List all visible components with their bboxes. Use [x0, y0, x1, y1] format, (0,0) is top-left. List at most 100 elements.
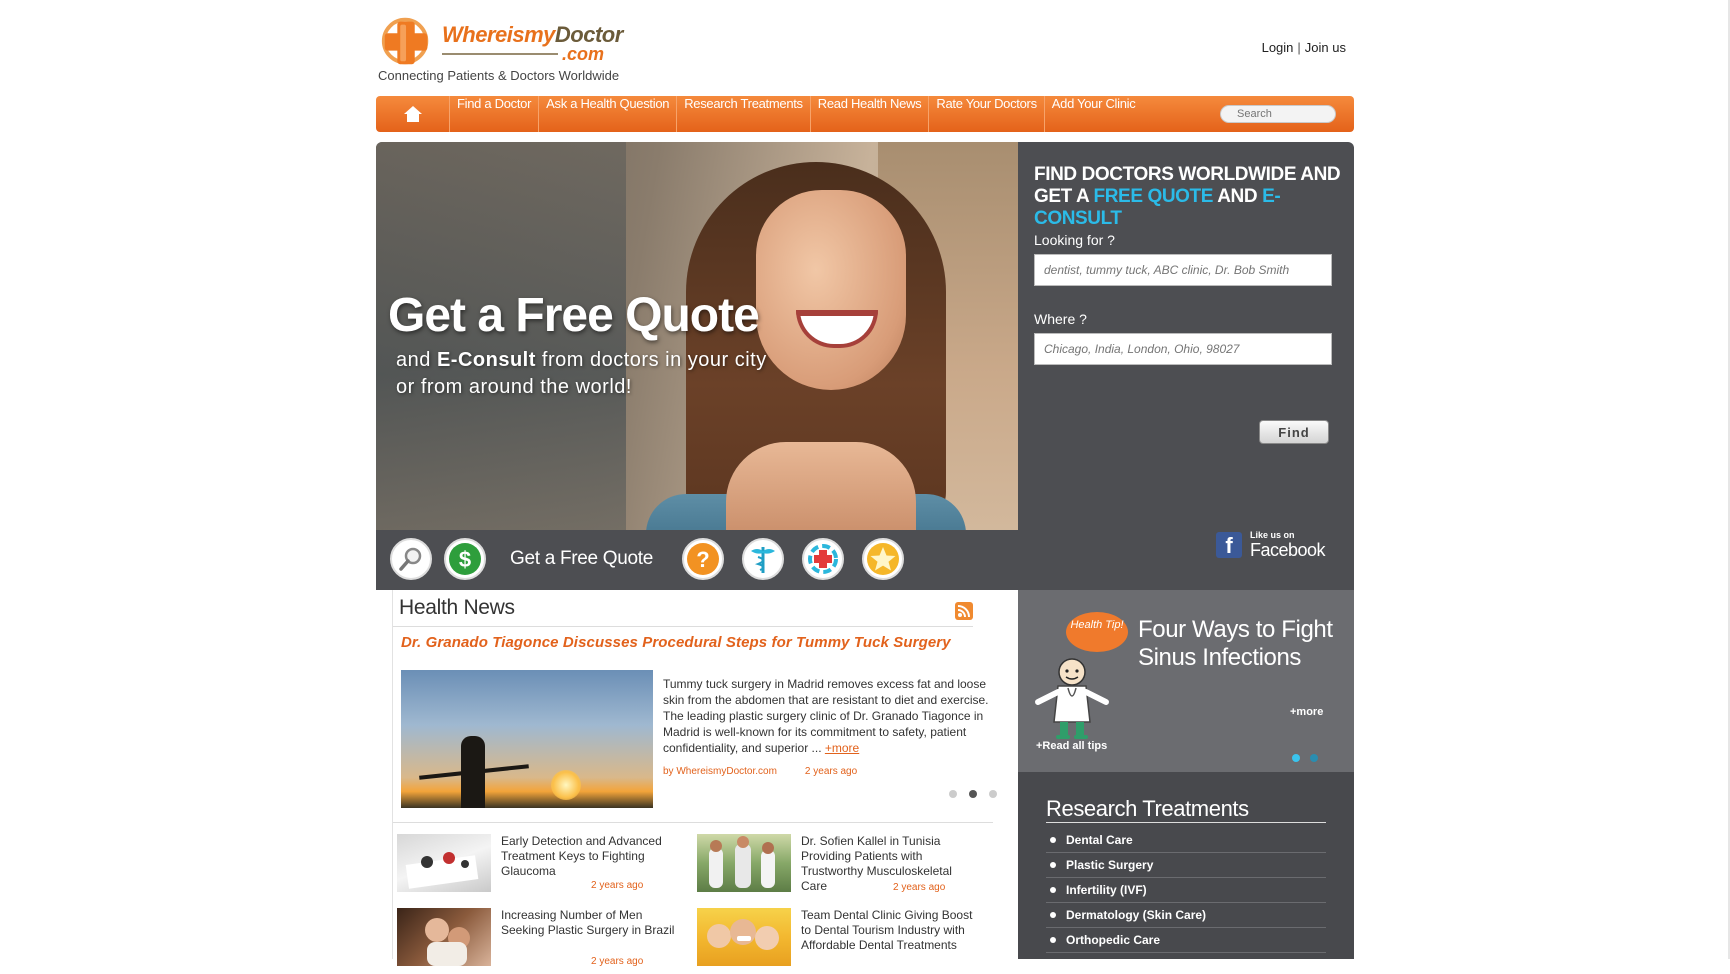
news-item-image[interactable] — [697, 908, 791, 966]
logo-tagline: Connecting Patients & Doctors Worldwide — [378, 68, 620, 83]
health-tip-section: Health Tip! Four Ways to Fight Sinus Inf… — [1018, 590, 1354, 772]
svg-text:?: ? — [696, 547, 709, 572]
news-item-image[interactable] — [397, 834, 491, 892]
tip-dot-2[interactable] — [1310, 754, 1318, 762]
account-separator: | — [1297, 40, 1301, 55]
news-item-title[interactable]: Team Dental Clinic Giving Boost to Denta… — [801, 908, 981, 953]
menu-research-treatments[interactable]: Research Treatments — [677, 96, 811, 132]
menu-rate-doctors[interactable]: Rate Your Doctors — [929, 96, 1045, 132]
rate-doctors-button[interactable] — [862, 538, 904, 580]
health-news-section: Health News Dr. Granado Tiagonce Discuss… — [392, 590, 1002, 967]
join-link[interactable]: Join us — [1305, 40, 1346, 55]
treatment-orthopedic[interactable]: Orthopedic Care — [1046, 928, 1326, 953]
doctor-search-panel: FIND DOCTORS WORLDWIDE AND GET A FREE QU… — [1018, 142, 1354, 590]
carousel-dot-2[interactable] — [969, 790, 977, 798]
news-item: Team Dental Clinic Giving Boost to Denta… — [697, 908, 997, 974]
account-links: Login | Join us — [1262, 40, 1346, 55]
where-input[interactable] — [1034, 333, 1332, 365]
health-tip-title[interactable]: Four Ways to Fight Sinus Infections — [1138, 616, 1338, 672]
news-item-title[interactable]: Early Detection and Advanced Treatment K… — [501, 834, 681, 879]
carousel-dots — [949, 790, 997, 798]
looking-for-label: Looking for ? — [1034, 232, 1115, 248]
facebook-small-label: Like us on — [1250, 530, 1295, 540]
featured-headline[interactable]: Dr. Granado Tiagonce Discusses Procedura… — [401, 634, 951, 651]
rss-icon[interactable] — [955, 602, 973, 620]
treatment-plastic-surgery[interactable]: Plastic Surgery — [1046, 853, 1326, 878]
news-item-date: 2 years ago — [893, 882, 946, 893]
search-doctor-button[interactable] — [390, 538, 432, 580]
treatment-list: Dental Care Plastic Surgery Infertility … — [1046, 828, 1326, 953]
news-item-title[interactable]: Dr. Sofien Kallel in Tunisia Providing P… — [801, 834, 981, 894]
hero-banner: Get a Free Quote and E-Consult from doct… — [376, 142, 1018, 530]
news-item-image[interactable] — [397, 908, 491, 966]
panel-heading: FIND DOCTORS WORLDWIDE AND GET A FREE QU… — [1034, 164, 1341, 229]
health-tip-more-link[interactable]: +more — [1290, 706, 1323, 718]
research-treatments-title: Research Treatments — [1046, 796, 1249, 821]
facebook-like[interactable]: f Like us on Facebook — [1216, 530, 1326, 564]
quick-actions-strip: $ Get a Free Quote ? — [376, 530, 1018, 590]
treatment-dental-care[interactable]: Dental Care — [1046, 828, 1326, 853]
star-icon — [867, 543, 899, 575]
tip-carousel-dots — [1292, 754, 1318, 762]
news-item: Dr. Sofien Kallel in Tunisia Providing P… — [697, 834, 997, 900]
find-button[interactable]: Find — [1259, 420, 1329, 444]
caduceus-icon — [751, 547, 775, 573]
where-label: Where ? — [1034, 311, 1087, 327]
featured-more-link[interactable]: +more — [825, 741, 859, 755]
carousel-dot-3[interactable] — [989, 790, 997, 798]
silhouette-figure — [461, 736, 485, 808]
question-icon: ? — [687, 543, 719, 575]
featured-image[interactable] — [401, 670, 653, 808]
hero-subtitle: and E-Consult from doctors in your city … — [396, 349, 767, 398]
medical-cross-icon — [808, 544, 838, 574]
sunset-sun — [551, 770, 581, 800]
clinics-button[interactable] — [802, 538, 844, 580]
ask-question-button[interactable]: ? — [682, 538, 724, 580]
logo-suffix: .com — [562, 44, 605, 64]
tip-dot-1[interactable] — [1292, 754, 1300, 762]
health-tip-badge: Health Tip! — [1066, 612, 1128, 652]
research-divider — [1046, 822, 1326, 823]
news-item-title[interactable]: Increasing Number of Men Seeking Plastic… — [501, 908, 681, 938]
read-all-tips-link[interactable]: +Read all tips — [1036, 740, 1107, 752]
magnifier-icon — [399, 547, 422, 571]
main-menu: Find a Doctor Ask a Health Question Rese… — [376, 96, 1354, 132]
doctor-cartoon-icon — [1035, 658, 1109, 739]
free-quote-label[interactable]: Get a Free Quote — [510, 548, 653, 570]
news-item: Increasing Number of Men Seeking Plastic… — [397, 908, 697, 974]
svg-text:$: $ — [459, 547, 471, 572]
logo-cross-icon — [381, 17, 429, 65]
looking-for-input[interactable] — [1034, 254, 1332, 286]
news-item-date: 2 years ago — [591, 956, 644, 967]
search-input[interactable] — [1220, 105, 1336, 123]
login-link[interactable]: Login — [1262, 40, 1294, 55]
treatment-infertility[interactable]: Infertility (IVF) — [1046, 878, 1326, 903]
hero-title: Get a Free Quote — [388, 289, 760, 342]
home-icon — [403, 106, 422, 122]
dollar-icon: $ — [449, 543, 481, 575]
treatment-dermatology[interactable]: Dermatology (Skin Care) — [1046, 903, 1326, 928]
news-item: Early Detection and Advanced Treatment K… — [397, 834, 697, 900]
news-divider — [393, 626, 973, 627]
featured-summary: Tummy tuck surgery in Madrid removes exc… — [663, 677, 989, 755]
news-item-image[interactable] — [697, 834, 791, 892]
home-button[interactable] — [376, 96, 450, 132]
featured-byline: by WhereismyDoctor.com 2 years ago — [663, 766, 858, 777]
site-logo[interactable]: WhereismyDoctor .com Connecting Patients… — [376, 10, 636, 85]
menu-find-doctor[interactable]: Find a Doctor — [450, 96, 540, 132]
health-news-title: Health News — [399, 596, 515, 619]
menu-ask-question[interactable]: Ask a Health Question — [539, 96, 678, 132]
research-treatments-section: Research Treatments Dental Care Plastic … — [1018, 772, 1354, 959]
free-quote-button[interactable]: $ — [444, 538, 486, 580]
facebook-label: Facebook — [1250, 540, 1326, 560]
carousel-dot-1[interactable] — [949, 790, 957, 798]
hero-photo-face — [756, 190, 906, 390]
news-item-date: 2 years ago — [591, 880, 644, 891]
logo-divider — [442, 53, 558, 55]
treatments-button[interactable] — [742, 538, 784, 580]
facebook-icon: f — [1216, 532, 1242, 558]
menu-health-news[interactable]: Read Health News — [811, 96, 930, 132]
hero-photo-hands — [726, 442, 916, 530]
news-list-divider — [393, 822, 993, 823]
menu-add-clinic[interactable]: Add Your Clinic — [1045, 96, 1143, 132]
